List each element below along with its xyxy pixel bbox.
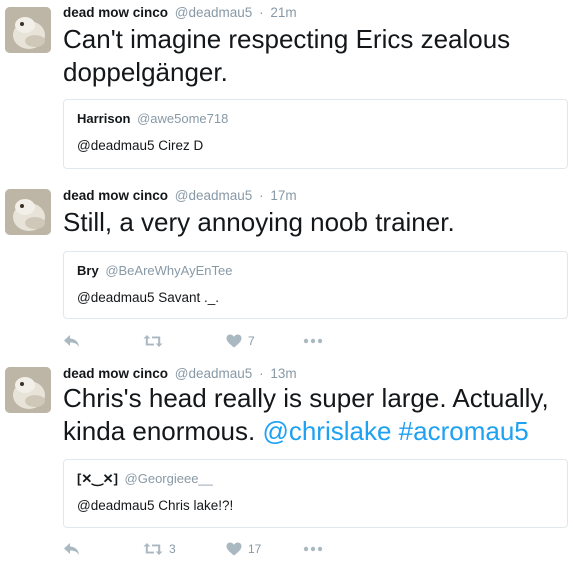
like-button[interactable]: 17: [226, 539, 261, 559]
like-icon: [226, 542, 242, 556]
timestamp[interactable]: 21m: [270, 5, 296, 20]
retweet-button[interactable]: [143, 331, 169, 351]
separator-dot: ·: [259, 366, 264, 381]
retweet-icon: [143, 334, 163, 348]
tweet-actions: 3 17: [63, 539, 363, 559]
more-button[interactable]: [303, 331, 323, 351]
quoted-tweet[interactable]: Harrison @awe5ome718 @deadmau5 Cirez D: [63, 99, 568, 169]
like-button[interactable]: 7: [226, 331, 255, 351]
quote-text: @deadmau5 Chris lake!?!: [77, 498, 234, 513]
quote-text: @deadmau5 Savant ._.: [77, 290, 220, 305]
like-count: 17: [248, 542, 262, 556]
reply-icon: [63, 334, 80, 348]
quote-header: [✕‿✕] @Georgieee__: [77, 471, 213, 487]
avatar[interactable]: [5, 367, 51, 413]
tweet-text: Still, a very annoying noob trainer.: [63, 207, 455, 237]
tweet-actions: 7: [63, 331, 363, 351]
like-icon: [226, 334, 242, 348]
tweet-text: Can't imagine respecting Erics zealous d…: [63, 24, 511, 87]
avatar[interactable]: [5, 189, 51, 235]
author-handle[interactable]: @deadmau5: [175, 5, 253, 20]
quote-header: Harrison @awe5ome718: [77, 111, 228, 126]
author-name[interactable]: dead mow cinco: [63, 188, 168, 203]
quote-author-name: [✕‿✕]: [77, 471, 118, 486]
timestamp[interactable]: 17m: [270, 188, 296, 203]
quoted-tweet[interactable]: Bry @BeAreWhyAyEnTee @deadmau5 Savant ._…: [63, 251, 568, 319]
like-count: 7: [248, 334, 255, 348]
reply-button[interactable]: [63, 539, 80, 559]
quoted-tweet[interactable]: [✕‿✕] @Georgieee__ @deadmau5 Chris lake!…: [63, 459, 568, 528]
author-handle[interactable]: @deadmau5: [175, 366, 253, 381]
reply-button[interactable]: [63, 331, 80, 351]
author-handle[interactable]: @deadmau5: [175, 188, 253, 203]
retweet-count: 3: [169, 542, 176, 556]
timestamp[interactable]: 13m: [270, 366, 296, 381]
tweet-header: dead mow cinco @deadmau5 · 17m: [63, 188, 297, 203]
separator-dot: ·: [259, 5, 264, 20]
tweet-header: dead mow cinco @deadmau5 · 21m: [63, 5, 297, 20]
hashtag-link[interactable]: #acromau5: [399, 416, 529, 446]
quote-author-name: Harrison: [77, 111, 131, 126]
mention-link[interactable]: @chrislake: [262, 416, 391, 446]
retweet-button[interactable]: 3: [143, 539, 176, 559]
quote-text: @deadmau5 Cirez D: [77, 138, 204, 153]
quote-header: Bry @BeAreWhyAyEnTee: [77, 263, 232, 278]
reply-icon: [63, 542, 80, 556]
more-button[interactable]: [303, 539, 323, 559]
more-icon: [303, 546, 323, 552]
more-icon: [303, 338, 323, 344]
avatar[interactable]: [5, 7, 51, 53]
quote-author-handle: @BeAreWhyAyEnTee: [105, 263, 233, 278]
retweet-icon: [143, 542, 163, 556]
quote-author-name: Bry: [77, 263, 99, 278]
tweet-text: Chris's head really is super large. Actu…: [63, 382, 558, 448]
quote-author-handle: @awe5ome718: [137, 111, 229, 126]
tweet-header: dead mow cinco @deadmau5 · 13m: [63, 366, 297, 381]
author-name[interactable]: dead mow cinco: [63, 5, 168, 20]
quote-author-handle: @Georgieee__: [124, 471, 213, 486]
author-name[interactable]: dead mow cinco: [63, 366, 168, 381]
separator-dot: ·: [259, 188, 264, 203]
